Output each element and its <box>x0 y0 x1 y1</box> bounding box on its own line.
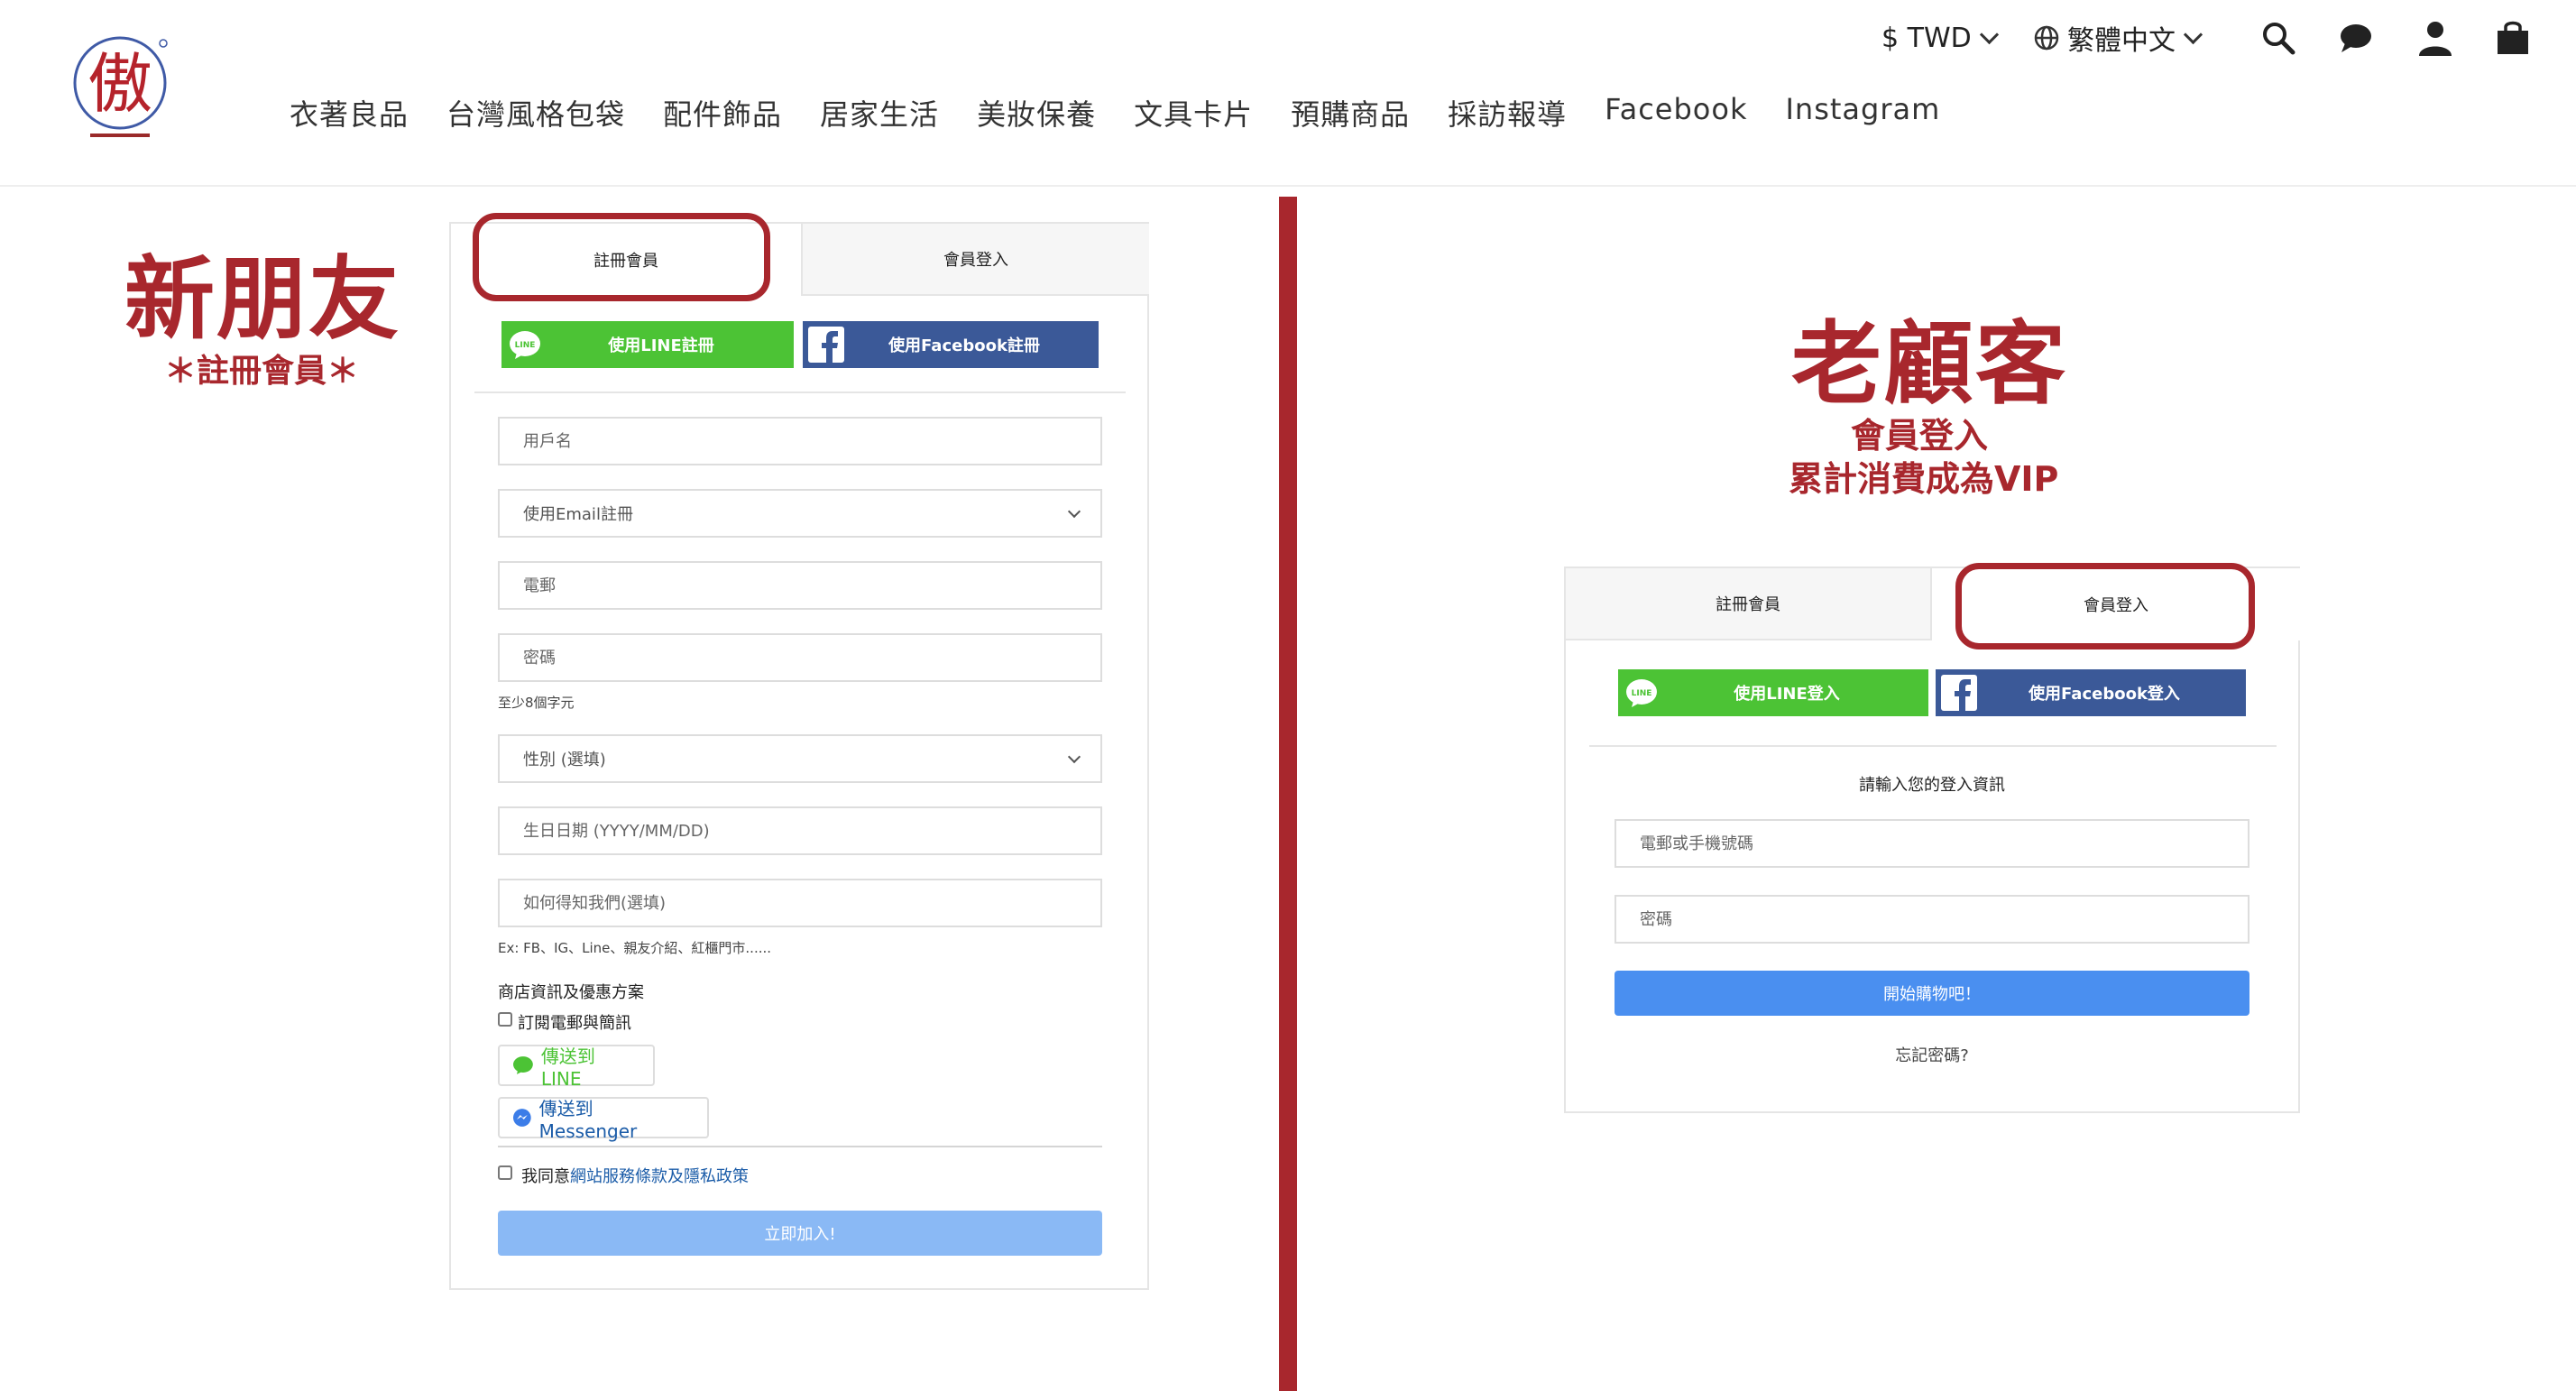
nav-item[interactable]: 台灣風格包袋 <box>446 92 625 134</box>
login-tab-highlight <box>1955 563 2255 649</box>
send-to-line-label: 傳送到 LINE <box>540 1045 595 1090</box>
chevron-down-icon <box>1067 504 1081 519</box>
nav-item[interactable]: Instagram <box>1785 92 1940 134</box>
newsletter-checkbox[interactable] <box>498 1012 512 1027</box>
gender-value: 性別 (選填) <box>523 751 606 769</box>
search-icon[interactable] <box>2259 18 2298 58</box>
account-field[interactable] <box>1640 834 2224 853</box>
chevron-down-icon <box>2183 24 2203 44</box>
nav-item[interactable]: 配件飾品 <box>663 92 782 134</box>
language-selector[interactable]: 繁體中文 <box>2033 20 2203 57</box>
terms-link[interactable]: 網站服務條款及隱私政策 <box>570 1167 749 1186</box>
chevron-down-icon <box>1979 24 1999 44</box>
login-password-field[interactable] <box>1640 909 2224 929</box>
currency-selector[interactable]: $ TWD <box>1881 20 1999 56</box>
join-now-button[interactable]: 立即加入! <box>498 1211 1102 1256</box>
currency-label: $ TWD <box>1881 22 1972 54</box>
facebook-login-button[interactable]: 使用Facebook登入 <box>1936 669 2246 716</box>
svg-text:LINE: LINE <box>515 341 536 350</box>
register-tab-highlight <box>473 213 770 301</box>
user-icon[interactable] <box>2415 18 2455 58</box>
chevron-down-icon <box>1067 750 1081 764</box>
new-friend-title: 新朋友 <box>124 246 400 352</box>
nav-item[interactable]: 衣著良品 <box>290 92 409 134</box>
referral-input[interactable] <box>498 879 1102 927</box>
vip-subtitle: 累計消費成為VIP <box>1789 459 2059 499</box>
login-prompt: 請輸入您的登入資訊 <box>1859 776 2005 795</box>
register-method-select[interactable]: 使用Email註冊 <box>498 489 1102 538</box>
logo-glyph: 傲 <box>87 46 152 122</box>
tab-register[interactable]: 註冊會員 <box>1566 568 1932 640</box>
send-to-line-button[interactable]: 傳送到 LINE <box>498 1045 655 1090</box>
referral-hint: Ex: FB、IG、Line、親友介紹、紅櫃門市...... <box>498 940 772 956</box>
referral-field[interactable] <box>523 893 1077 913</box>
birthday-input[interactable] <box>498 806 1102 855</box>
send-to-messenger-label: 傳送到 Messenger <box>538 1097 638 1142</box>
facebook-icon <box>803 321 850 368</box>
register-method-value: 使用Email註冊 <box>523 505 633 524</box>
account-input[interactable] <box>1615 819 2249 868</box>
facebook-register-button[interactable]: 使用Facebook註冊 <box>803 321 1099 368</box>
line-login-button[interactable]: LINE 使用LINE登入 <box>1618 669 1928 716</box>
brand-logo[interactable]: 傲 <box>70 36 170 143</box>
main-nav: 衣著良品 台灣風格包袋 配件飾品 居家生活 美妝保養 文具卡片 預購商品 採訪報導 Facebo… <box>290 92 1978 134</box>
tab-login[interactable]: 會員登入 <box>801 224 1149 296</box>
chat-icon[interactable] <box>2336 18 2376 58</box>
divider-line <box>474 392 1126 393</box>
register-card: 註冊會員 會員登入 LINE 使用LINE註冊 使用Facebook註冊 使用E… <box>449 222 1149 1290</box>
agree-prefix: 我同意 <box>521 1167 570 1186</box>
divider-line <box>498 1146 1102 1147</box>
nav-item[interactable]: 預購商品 <box>1291 92 1410 134</box>
password-field[interactable] <box>523 648 1077 668</box>
returning-customer-title: 老顧客 <box>1791 311 2067 417</box>
birthday-field[interactable] <box>523 821 1077 841</box>
password-hint: 至少8個字元 <box>498 695 575 711</box>
newsletter-label: 訂閱電郵與簡訊 <box>518 1014 631 1033</box>
username-field[interactable] <box>523 431 1077 451</box>
login-subtitle: 會員登入 <box>1851 416 1989 456</box>
newsletter-title: 商店資訊及優惠方案 <box>498 983 644 1002</box>
line-register-button[interactable]: LINE 使用LINE註冊 <box>501 321 794 368</box>
send-to-messenger-button[interactable]: 傳送到 Messenger <box>498 1097 709 1142</box>
section-divider <box>1279 197 1297 1391</box>
username-input[interactable] <box>498 417 1102 465</box>
line-icon: LINE <box>501 321 548 368</box>
forgot-password-link[interactable]: 忘記密碼? <box>1566 1043 2298 1066</box>
email-input[interactable] <box>498 561 1102 610</box>
line-icon: LINE <box>1618 669 1665 716</box>
facebook-icon <box>1936 669 1983 716</box>
nav-item[interactable]: 美妝保養 <box>977 92 1096 134</box>
agree-terms-checkbox[interactable] <box>498 1165 512 1180</box>
globe-icon <box>2034 25 2059 51</box>
messenger-icon <box>512 1109 531 1127</box>
nav-item[interactable]: Facebook <box>1605 92 1747 134</box>
language-label: 繁體中文 <box>2067 25 2176 57</box>
divider-line <box>1589 745 2277 747</box>
agree-terms-label: 我同意網站服務條款及隱私政策 <box>521 1164 749 1187</box>
line-icon <box>512 1056 533 1074</box>
svg-text:LINE: LINE <box>1632 689 1652 698</box>
start-shopping-button[interactable]: 開始購物吧！ <box>1615 971 2249 1016</box>
site-header: 傲 衣著良品 台灣風格包袋 配件飾品 居家生活 美妝保養 文具卡片 預購商品 採訪報導 Face… <box>0 0 2576 187</box>
nav-item[interactable]: 居家生活 <box>820 92 939 134</box>
password-input[interactable] <box>498 633 1102 682</box>
nav-item[interactable]: 文具卡片 <box>1134 92 1253 134</box>
nav-item[interactable]: 採訪報導 <box>1448 92 1567 134</box>
shopping-bag-icon[interactable] <box>2493 18 2533 58</box>
login-password-input[interactable] <box>1615 895 2249 944</box>
gender-select[interactable]: 性別 (選填) <box>498 734 1102 783</box>
register-subtitle: ＊註冊會員＊ <box>164 353 360 390</box>
email-field[interactable] <box>523 576 1077 595</box>
